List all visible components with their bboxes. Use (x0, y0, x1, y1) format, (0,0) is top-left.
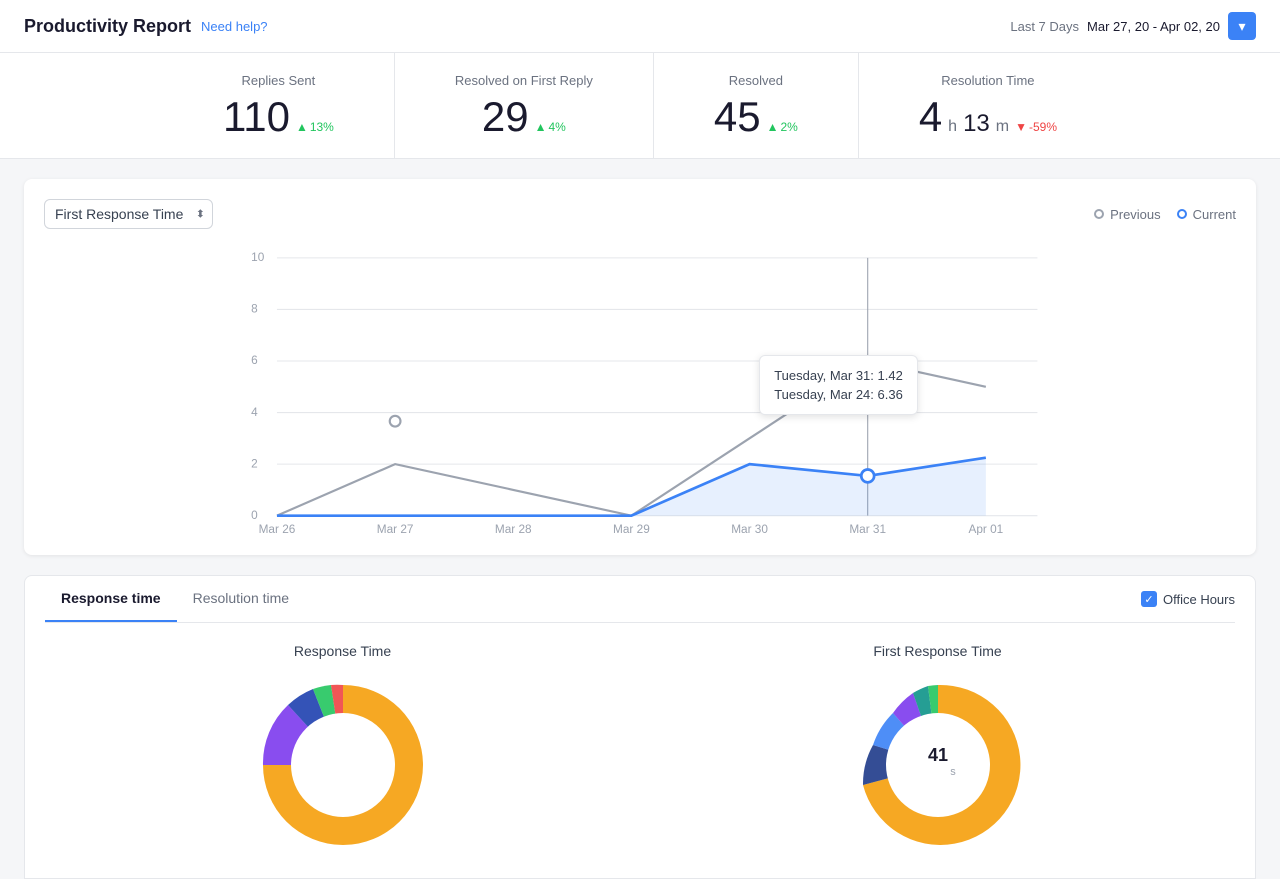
office-hours-label: Office Hours (1163, 592, 1235, 607)
tabs-row: Response time Resolution time ✓ Office H… (45, 576, 1235, 623)
arrow-up-icon: ▲ (296, 120, 308, 134)
chart-legend: Previous Current (1094, 207, 1236, 222)
stat-change-resolution: ▼ -59% (1015, 120, 1057, 134)
legend-curr-label: Current (1193, 207, 1236, 222)
stat-first-reply: Resolved on First Reply 29 ▲ 4% (395, 53, 654, 158)
svg-text:Mar 26: Mar 26 (259, 522, 296, 535)
stat-number-resolution-m: 13 (963, 110, 990, 138)
svg-text:Mar 27: Mar 27 (377, 522, 414, 535)
date-range-display: Last 7 Days Mar 27, 20 - Apr 02, 20 ▾ (1010, 12, 1256, 40)
stat-replies-sent: Replies Sent 110 ▲ 13% (163, 53, 395, 158)
svg-text:8: 8 (251, 302, 258, 316)
stat-change-resolved: ▲ 2% (767, 120, 798, 134)
legend-prev-dot (1094, 209, 1104, 219)
chart-tooltip: Tuesday, Mar 31: 1.42 Tuesday, Mar 24: 6… (759, 355, 918, 415)
donut-first-response-title: First Response Time (670, 643, 1206, 659)
tab-items: Response time Resolution time (45, 576, 305, 622)
stat-number-first-reply: 29 (482, 96, 529, 138)
svg-text:41: 41 (927, 745, 947, 765)
stat-number-resolution-h: 4 (919, 96, 942, 138)
date-range-value: Mar 27, 20 - Apr 02, 20 (1087, 19, 1220, 34)
svg-text:Mar 31: Mar 31 (849, 522, 886, 535)
svg-text:0: 0 (251, 508, 258, 522)
stat-resolution-time: Resolution Time 4 h 13 m ▼ -59% (859, 53, 1117, 158)
date-prefix: Last 7 Days (1010, 19, 1079, 34)
tooltip-line1: Tuesday, Mar 31: 1.42 (774, 366, 903, 385)
svg-text:10: 10 (251, 250, 265, 264)
chart-area: 10 8 6 4 2 0 Mar 26 Mar 27 Mar 28 Mar 29… (44, 245, 1236, 535)
arrow-up-icon: ▲ (535, 120, 547, 134)
svg-text:s: s (950, 766, 956, 778)
arrow-up-icon: ▲ (767, 120, 779, 134)
line-chart-svg: 10 8 6 4 2 0 Mar 26 Mar 27 Mar 28 Mar 29… (44, 245, 1236, 535)
stats-row: Replies Sent 110 ▲ 13% Resolved on First… (0, 53, 1280, 159)
stat-unit-h: h (948, 118, 957, 136)
page-header: Productivity Report Need help? Last 7 Da… (0, 0, 1280, 53)
help-link[interactable]: Need help? (201, 19, 268, 34)
stat-resolved: Resolved 45 ▲ 2% (654, 53, 859, 158)
legend-curr-dot (1177, 209, 1187, 219)
stat-unit-m: m (996, 118, 1009, 136)
donut-first-response: First Response Time 41 s (670, 643, 1206, 858)
legend-current: Current (1177, 207, 1236, 222)
stat-label-first-reply: Resolved on First Reply (455, 73, 593, 88)
stat-change-replies: ▲ 13% (296, 120, 334, 134)
svg-text:Apr 01: Apr 01 (968, 522, 1003, 535)
office-hours-checkbox[interactable]: ✓ (1141, 591, 1157, 607)
date-picker-button[interactable]: ▾ (1228, 12, 1256, 40)
donut-first-response-svg: 41 s (848, 675, 1028, 855)
arrow-down-icon: ▼ (1015, 120, 1027, 134)
bottom-section: Response time Resolution time ✓ Office H… (24, 575, 1256, 623)
stat-number-resolved: 45 (714, 96, 761, 138)
chart-metric-selector[interactable]: First Response Time Resolution Time Repl… (44, 199, 213, 229)
tooltip-line2: Tuesday, Mar 24: 6.36 (774, 385, 903, 404)
svg-text:6: 6 (251, 353, 258, 367)
svg-text:Mar 30: Mar 30 (731, 522, 768, 535)
chart-header: First Response Time Resolution Time Repl… (44, 199, 1236, 229)
stat-label-replies: Replies Sent (223, 73, 334, 88)
legend-prev-label: Previous (1110, 207, 1161, 222)
chart-metric-select[interactable]: First Response Time Resolution Time Repl… (44, 199, 213, 229)
svg-text:4: 4 (251, 405, 258, 419)
stat-change-first-reply: ▲ 4% (535, 120, 566, 134)
stat-label-resolution: Resolution Time (919, 73, 1057, 88)
donut-response-svg (253, 675, 433, 855)
svg-text:2: 2 (251, 456, 258, 470)
tab-resolution-time[interactable]: Resolution time (177, 576, 306, 622)
svg-text:Mar 29: Mar 29 (613, 522, 650, 535)
svg-text:Mar 28: Mar 28 (495, 522, 532, 535)
page-title: Productivity Report (24, 16, 191, 37)
donuts-row: Response Time First Response Time (24, 623, 1256, 879)
donut-response-time: Response Time (75, 643, 611, 858)
stat-number-replies: 110 (223, 96, 290, 138)
stat-label-resolved: Resolved (714, 73, 798, 88)
tab-response-time[interactable]: Response time (45, 576, 177, 622)
legend-previous: Previous (1094, 207, 1161, 222)
chart-card: First Response Time Resolution Time Repl… (24, 179, 1256, 555)
donut-response-title: Response Time (75, 643, 611, 659)
office-hours-toggle[interactable]: ✓ Office Hours (1141, 591, 1235, 607)
